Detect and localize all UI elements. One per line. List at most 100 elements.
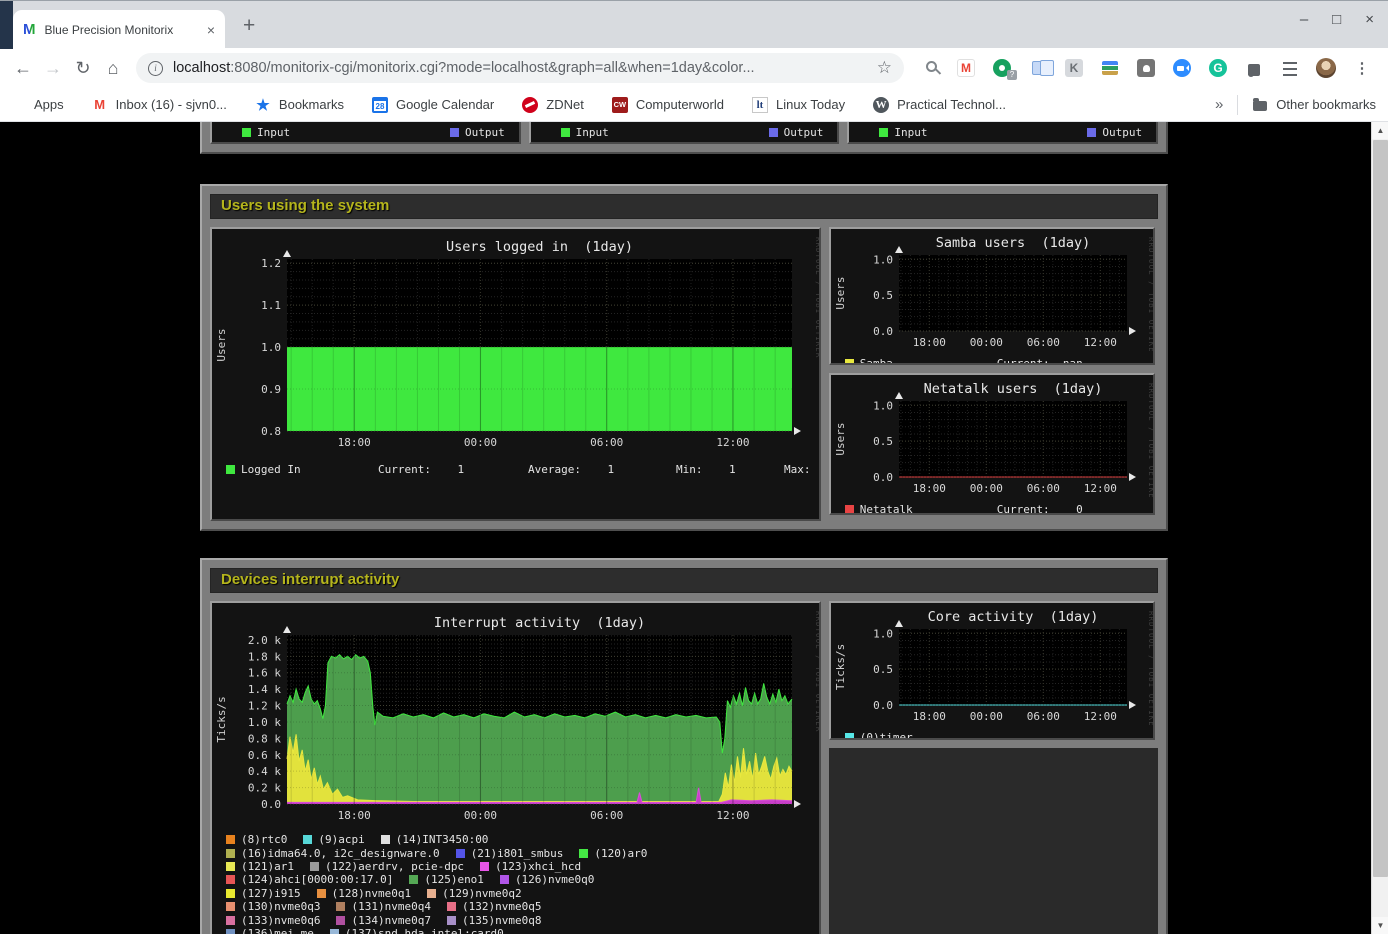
page-content: InputOutput InputOutput InputOutput Users … <box>0 122 1388 934</box>
google-voice-icon[interactable]: ? <box>984 59 1020 77</box>
svg-text:Core activity (1day): Core activity (1day) <box>927 609 1098 625</box>
window-maximize-button[interactable]: □ <box>1332 11 1341 28</box>
legend-text: (130)nvme0q3 <box>241 900 320 913</box>
tab-close-icon[interactable]: × <box>207 22 215 38</box>
svg-text:12:00: 12:00 <box>716 809 749 822</box>
graph-netatalk-users[interactable]: 0.00.51.018:0000:0006:0012:00Netatalk us… <box>829 373 1155 515</box>
graph-network-0[interactable]: InputOutput <box>210 122 521 144</box>
legend-text: Output <box>1102 126 1142 139</box>
bookmark-computerworld[interactable]: CWComputerworld <box>612 97 724 113</box>
svg-text:0.6 k: 0.6 k <box>248 749 281 762</box>
gmail-icon[interactable]: M <box>948 59 984 77</box>
scrollbar-thumb[interactable] <box>1373 140 1388 877</box>
bookmark-label: Apps <box>34 97 64 112</box>
profile-avatar-icon[interactable] <box>1308 58 1344 78</box>
bookmark-google-calendar[interactable]: 28Google Calendar <box>372 97 494 113</box>
svg-text:0.8: 0.8 <box>261 425 281 438</box>
zoom-icon[interactable] <box>1164 59 1200 77</box>
svg-text:2.0 k: 2.0 k <box>248 634 281 647</box>
playlist-icon[interactable] <box>1272 60 1308 76</box>
bookmarks-bar: Apps M Inbox (16) - sjvn0... ★Bookmarks 28Go… <box>0 88 1388 122</box>
bookmark-star-icon[interactable]: ☆ <box>877 58 892 78</box>
k-extension-icon[interactable]: K <box>1056 59 1092 77</box>
home-icon[interactable]: ⌂ <box>98 58 128 79</box>
k-extension-glyph: K <box>1065 59 1083 77</box>
bookmark-apps[interactable]: Apps <box>12 97 64 112</box>
users_logged_in-chart: 0.80.91.01.11.218:0000:0006:0012:00Users… <box>212 229 820 457</box>
url-bar[interactable]: i localhost:8080/monitorix-cgi/monitorix… <box>136 53 904 83</box>
legend-swatch <box>845 733 854 740</box>
menu-dots-glyph: ⋮ <box>1353 59 1371 77</box>
scrollbar-up-icon[interactable]: ▲ <box>1372 122 1388 139</box>
svg-text:1.0 k: 1.0 k <box>248 716 281 729</box>
bookmark-label: Google Calendar <box>396 97 494 112</box>
back-icon[interactable]: ← <box>8 58 38 79</box>
search-glyph <box>926 61 937 72</box>
wp-icon: W <box>873 97 889 113</box>
svg-text:1.0: 1.0 <box>873 627 893 640</box>
svg-text:00:00: 00:00 <box>969 482 1002 495</box>
window-edge <box>0 1 13 49</box>
apps-grid-icon <box>12 98 26 112</box>
legend-text: (0)timer <box>860 731 913 740</box>
site-info-icon[interactable]: i <box>148 61 163 76</box>
new-tab-button[interactable]: + <box>243 14 255 38</box>
window-minimize-button[interactable]: – <box>1300 11 1308 28</box>
legend-swatch <box>561 128 570 137</box>
bookmark-linux-today[interactable]: ltLinux Today <box>752 97 845 113</box>
svg-text:12:00: 12:00 <box>1083 482 1116 495</box>
svg-text:Ticks/s: Ticks/s <box>834 644 847 690</box>
bookmark-zdnet[interactable]: ZDNet <box>522 97 584 113</box>
legend-swatch <box>409 875 418 884</box>
bookmark-inbox-16-sjvn0[interactable]: M Inbox (16) - sjvn0... <box>92 97 227 113</box>
graph-samba-users[interactable]: 0.00.51.018:0000:0006:0012:00Samba users… <box>829 227 1155 365</box>
page-scrollbar[interactable]: ▲ ▼ <box>1371 122 1388 934</box>
graph-network-1[interactable]: InputOutput <box>529 122 840 144</box>
legend-swatch <box>1087 128 1096 137</box>
window-close-button[interactable]: × <box>1365 11 1374 28</box>
grammarly-icon[interactable]: G <box>1200 59 1236 77</box>
scrollbar-down-icon[interactable]: ▼ <box>1372 917 1388 934</box>
bookmark-bookmarks[interactable]: ★Bookmarks <box>255 97 344 113</box>
url-text[interactable]: localhost:8080/monitorix-cgi/monitorix.c… <box>173 60 869 76</box>
legend-text: (132)nvme0q5 <box>462 900 541 913</box>
legend-text: (14)INT3450:00 <box>396 833 489 846</box>
legend-text: Netatalk <box>860 503 913 515</box>
graph-interrupt-activity[interactable]: 0.00.2 k0.4 k0.6 k0.8 k1.0 k1.2 k1.4 k1.… <box>210 601 821 934</box>
copy-icon[interactable] <box>1020 61 1056 75</box>
svg-text:18:00: 18:00 <box>912 482 945 495</box>
legend-swatch <box>226 465 235 474</box>
legend-swatch <box>226 862 235 871</box>
graph-users-logged-in[interactable]: 0.80.91.01.11.218:0000:0006:0012:00Users… <box>210 227 821 521</box>
keep-glyph <box>1137 59 1155 77</box>
reload-icon[interactable]: ↻ <box>68 58 98 79</box>
bookmarks-overflow-chevron[interactable]: » <box>1215 96 1223 113</box>
legend-swatch <box>579 849 588 858</box>
books-icon[interactable] <box>1092 61 1128 75</box>
graph-core-activity[interactable]: 0.00.51.018:0000:0006:0012:00Core activi… <box>829 601 1155 740</box>
gmail-icon: M <box>92 97 108 113</box>
svg-text:Users logged in (1day): Users logged in (1day) <box>446 239 633 255</box>
legend-text: Samba <box>860 357 893 365</box>
extensions-puzzle-icon[interactable] <box>1236 60 1272 76</box>
zdnet-icon <box>522 97 538 113</box>
graph-network-2[interactable]: InputOutput <box>847 122 1158 144</box>
legend-swatch <box>317 889 326 898</box>
rrdtool-watermark: RRDTOOL / TOBI OETIKER <box>814 237 820 358</box>
rrdtool-watermark: RRDTOOL / TOBI OETIKER <box>1147 611 1153 725</box>
legend-swatch <box>845 505 854 514</box>
bookmark-label: Practical Technol... <box>897 97 1006 112</box>
legend-text: (125)eno1 <box>424 873 484 886</box>
svg-text:18:00: 18:00 <box>912 336 945 349</box>
svg-text:18:00: 18:00 <box>338 809 371 822</box>
netatalk_users-legend: NetatalkCurrent: 0 <box>831 503 1153 515</box>
other-bookmarks-button[interactable]: Other bookmarks <box>1252 97 1376 113</box>
search-icon[interactable] <box>912 64 948 72</box>
menu-dots-icon[interactable]: ⋮ <box>1344 59 1380 77</box>
bookmark-practical-technol[interactable]: W Practical Technol... <box>873 97 1006 113</box>
browser-toolbar: ← → ↻ ⌂ i localhost:8080/monitorix-cgi/m… <box>0 48 1388 88</box>
bookmark-label: Inbox (16) - sjvn0... <box>116 97 227 112</box>
rrdtool-watermark: RRDTOOL / TOBI OETIKER <box>814 611 820 732</box>
browser-tab[interactable]: M Blue Precision Monitorix × <box>13 10 225 49</box>
keep-icon[interactable] <box>1128 59 1164 77</box>
